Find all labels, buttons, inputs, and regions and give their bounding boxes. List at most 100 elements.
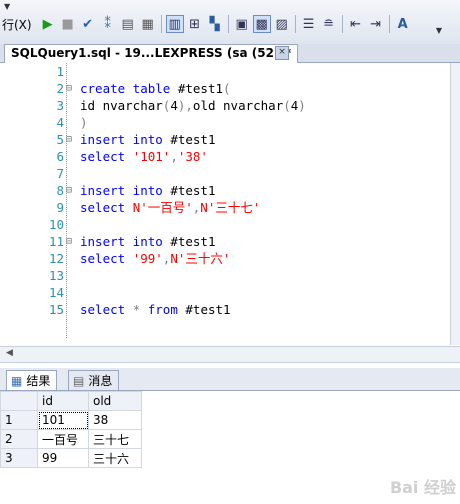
code-text: ) [80,114,88,131]
toolbar-separator [341,15,343,33]
row-number[interactable]: 2 [0,429,38,449]
cell-id[interactable]: 101 [37,410,89,430]
include-actual-plan-icon[interactable]: ▨ [273,15,291,33]
editor-vertical-scrollbar[interactable] [450,63,460,345]
code-line[interactable]: 8 ⊟ insert into #test1 [0,182,450,199]
decrease-indent-icon[interactable]: ⇤ [347,15,365,33]
line-number: 15 [48,302,64,317]
column-header-id[interactable]: id [37,391,89,411]
toolbar-overflow-icon[interactable]: ▼ [436,26,442,35]
code-token: #test1 [170,234,216,249]
client-stats-icon[interactable]: ▣ [233,15,251,33]
gutter-mark [66,267,76,284]
code-token: select [80,251,133,266]
code-text: select '101','38' [80,148,208,165]
code-text: create table #test1( [80,80,231,97]
table-row[interactable]: 2 一百号 三十七 [0,429,142,449]
table-row[interactable]: 3 99 三十六 [0,448,142,468]
cell-old[interactable]: 38 [88,410,142,430]
code-line[interactable]: 15 select * from #test1 [0,301,450,318]
check-icon[interactable]: ✔ [79,15,97,33]
cell-old[interactable]: 三十七 [88,429,142,449]
tab-results[interactable]: ▦ 结果 [6,370,58,390]
line-number: 3 [56,98,64,113]
line-number: 2 [56,81,64,96]
code-token: id nvarchar [80,98,163,113]
messages-icon: ▤ [73,373,85,388]
estimated-plan-icon[interactable]: ▚ [206,15,224,33]
code-line[interactable]: 5 ⊟ insert into #test1 [0,131,450,148]
table-row[interactable]: 1 101 38 [0,410,142,430]
results-to-file-icon[interactable]: ▥ [165,15,184,33]
grid-icon: ▦ [11,373,23,388]
outline-gutter [66,63,67,338]
document-tab-strip: SQLQuery1.sql - 19...LEXPRESS (sa (52))*… [0,44,460,63]
code-token: old nvarchar [192,98,284,113]
collapse-icon[interactable]: ⊟ [66,233,76,250]
code-line[interactable]: 3 id nvarchar(4),old nvarchar(4) [0,97,450,114]
code-token: insert into [80,234,171,249]
cell-old[interactable]: 三十六 [88,448,142,468]
code-line[interactable]: 2 ⊟ create table #test1( [0,80,450,97]
code-token: #test1 [170,132,216,147]
parse-icon[interactable]: ⁑ [99,15,117,33]
scroll-left-icon[interactable]: ◀ [6,348,13,358]
code-line[interactable]: 12 select '99',N'三十六' [0,250,450,267]
code-line[interactable]: 13 [0,267,450,284]
gutter-mark [66,250,76,267]
menu-dropdown-icon[interactable]: ▼ [4,2,10,11]
code-line[interactable]: 10 [0,216,450,233]
tab-messages[interactable]: ▤ 消息 [68,370,120,390]
gutter-mark [66,301,76,318]
code-token: ( [223,81,231,96]
code-token: , [170,149,178,164]
code-token: ) [80,115,88,130]
collapse-icon[interactable]: ⊟ [66,80,76,97]
row-number[interactable]: 3 [0,448,38,468]
toolbar-separator [388,15,390,33]
cell-id[interactable]: 一百号 [37,429,89,449]
code-token: create table [80,81,178,96]
close-icon[interactable]: × [275,46,289,60]
code-text: insert into #test1 [80,131,215,148]
toolbar-separator [227,15,229,33]
comment-icon[interactable]: ☰ [300,15,318,33]
column-header-old[interactable]: old [88,391,142,411]
toolbar-separator [294,15,296,33]
code-token: * [132,302,148,317]
query-document-tab[interactable]: SQLQuery1.sql - 19...LEXPRESS (sa (52))* [4,44,299,63]
code-line[interactable]: 7 [0,165,450,182]
collapse-icon[interactable]: ⊟ [66,182,76,199]
toolbar-area: ▼ 行(X) ▶ ■ ✔ ⁑ ▤ ▦ ▥ ⊞ ▚ ▣ ▩ ▨ ☰ ≘ ⇤ ⇥ A… [0,0,460,45]
include-plan-icon[interactable]: ⊞ [186,15,204,33]
code-line[interactable]: 11 ⊟ insert into #test1 [0,233,450,250]
code-line[interactable]: 1 [0,63,450,80]
results-tabs: ▦ 结果 ▤ 消息 [0,368,460,391]
code-line[interactable]: 14 [0,284,450,301]
uncomment-icon[interactable]: ≘ [320,15,338,33]
line-number: 10 [48,217,64,232]
play-icon[interactable]: ▶ [39,15,57,33]
line-number: 13 [48,268,64,283]
code-line[interactable]: 6 select '101','38' [0,148,450,165]
code-token: '38' [177,149,208,164]
results-to-grid-icon[interactable]: ▦ [139,15,157,33]
results-to-text-icon[interactable]: ▤ [119,15,137,33]
line-number: 8 [56,183,64,198]
collapse-icon[interactable]: ⊟ [66,131,76,148]
specify-values-icon[interactable]: A [394,15,412,33]
code-line[interactable]: 9 select N'一百号',N'三十七' [0,199,450,216]
query-editor[interactable]: 1 2 ⊟ create table #test1(3 id nvarchar(4),o… [0,63,450,345]
grid-corner[interactable] [0,391,38,411]
code-token: ), [177,98,193,113]
results-to-grid-active-icon[interactable]: ▩ [252,15,271,33]
line-number: 7 [56,166,64,181]
increase-indent-icon[interactable]: ⇥ [367,15,385,33]
stop-icon[interactable]: ■ [59,15,77,33]
editor-horizontal-scrollbar[interactable]: ◀ [0,346,460,363]
watermark: Bai 经验 [389,478,456,497]
code-line[interactable]: 4) [0,114,450,131]
row-number[interactable]: 1 [0,410,38,430]
gutter-mark [66,63,76,80]
cell-id[interactable]: 99 [37,448,89,468]
